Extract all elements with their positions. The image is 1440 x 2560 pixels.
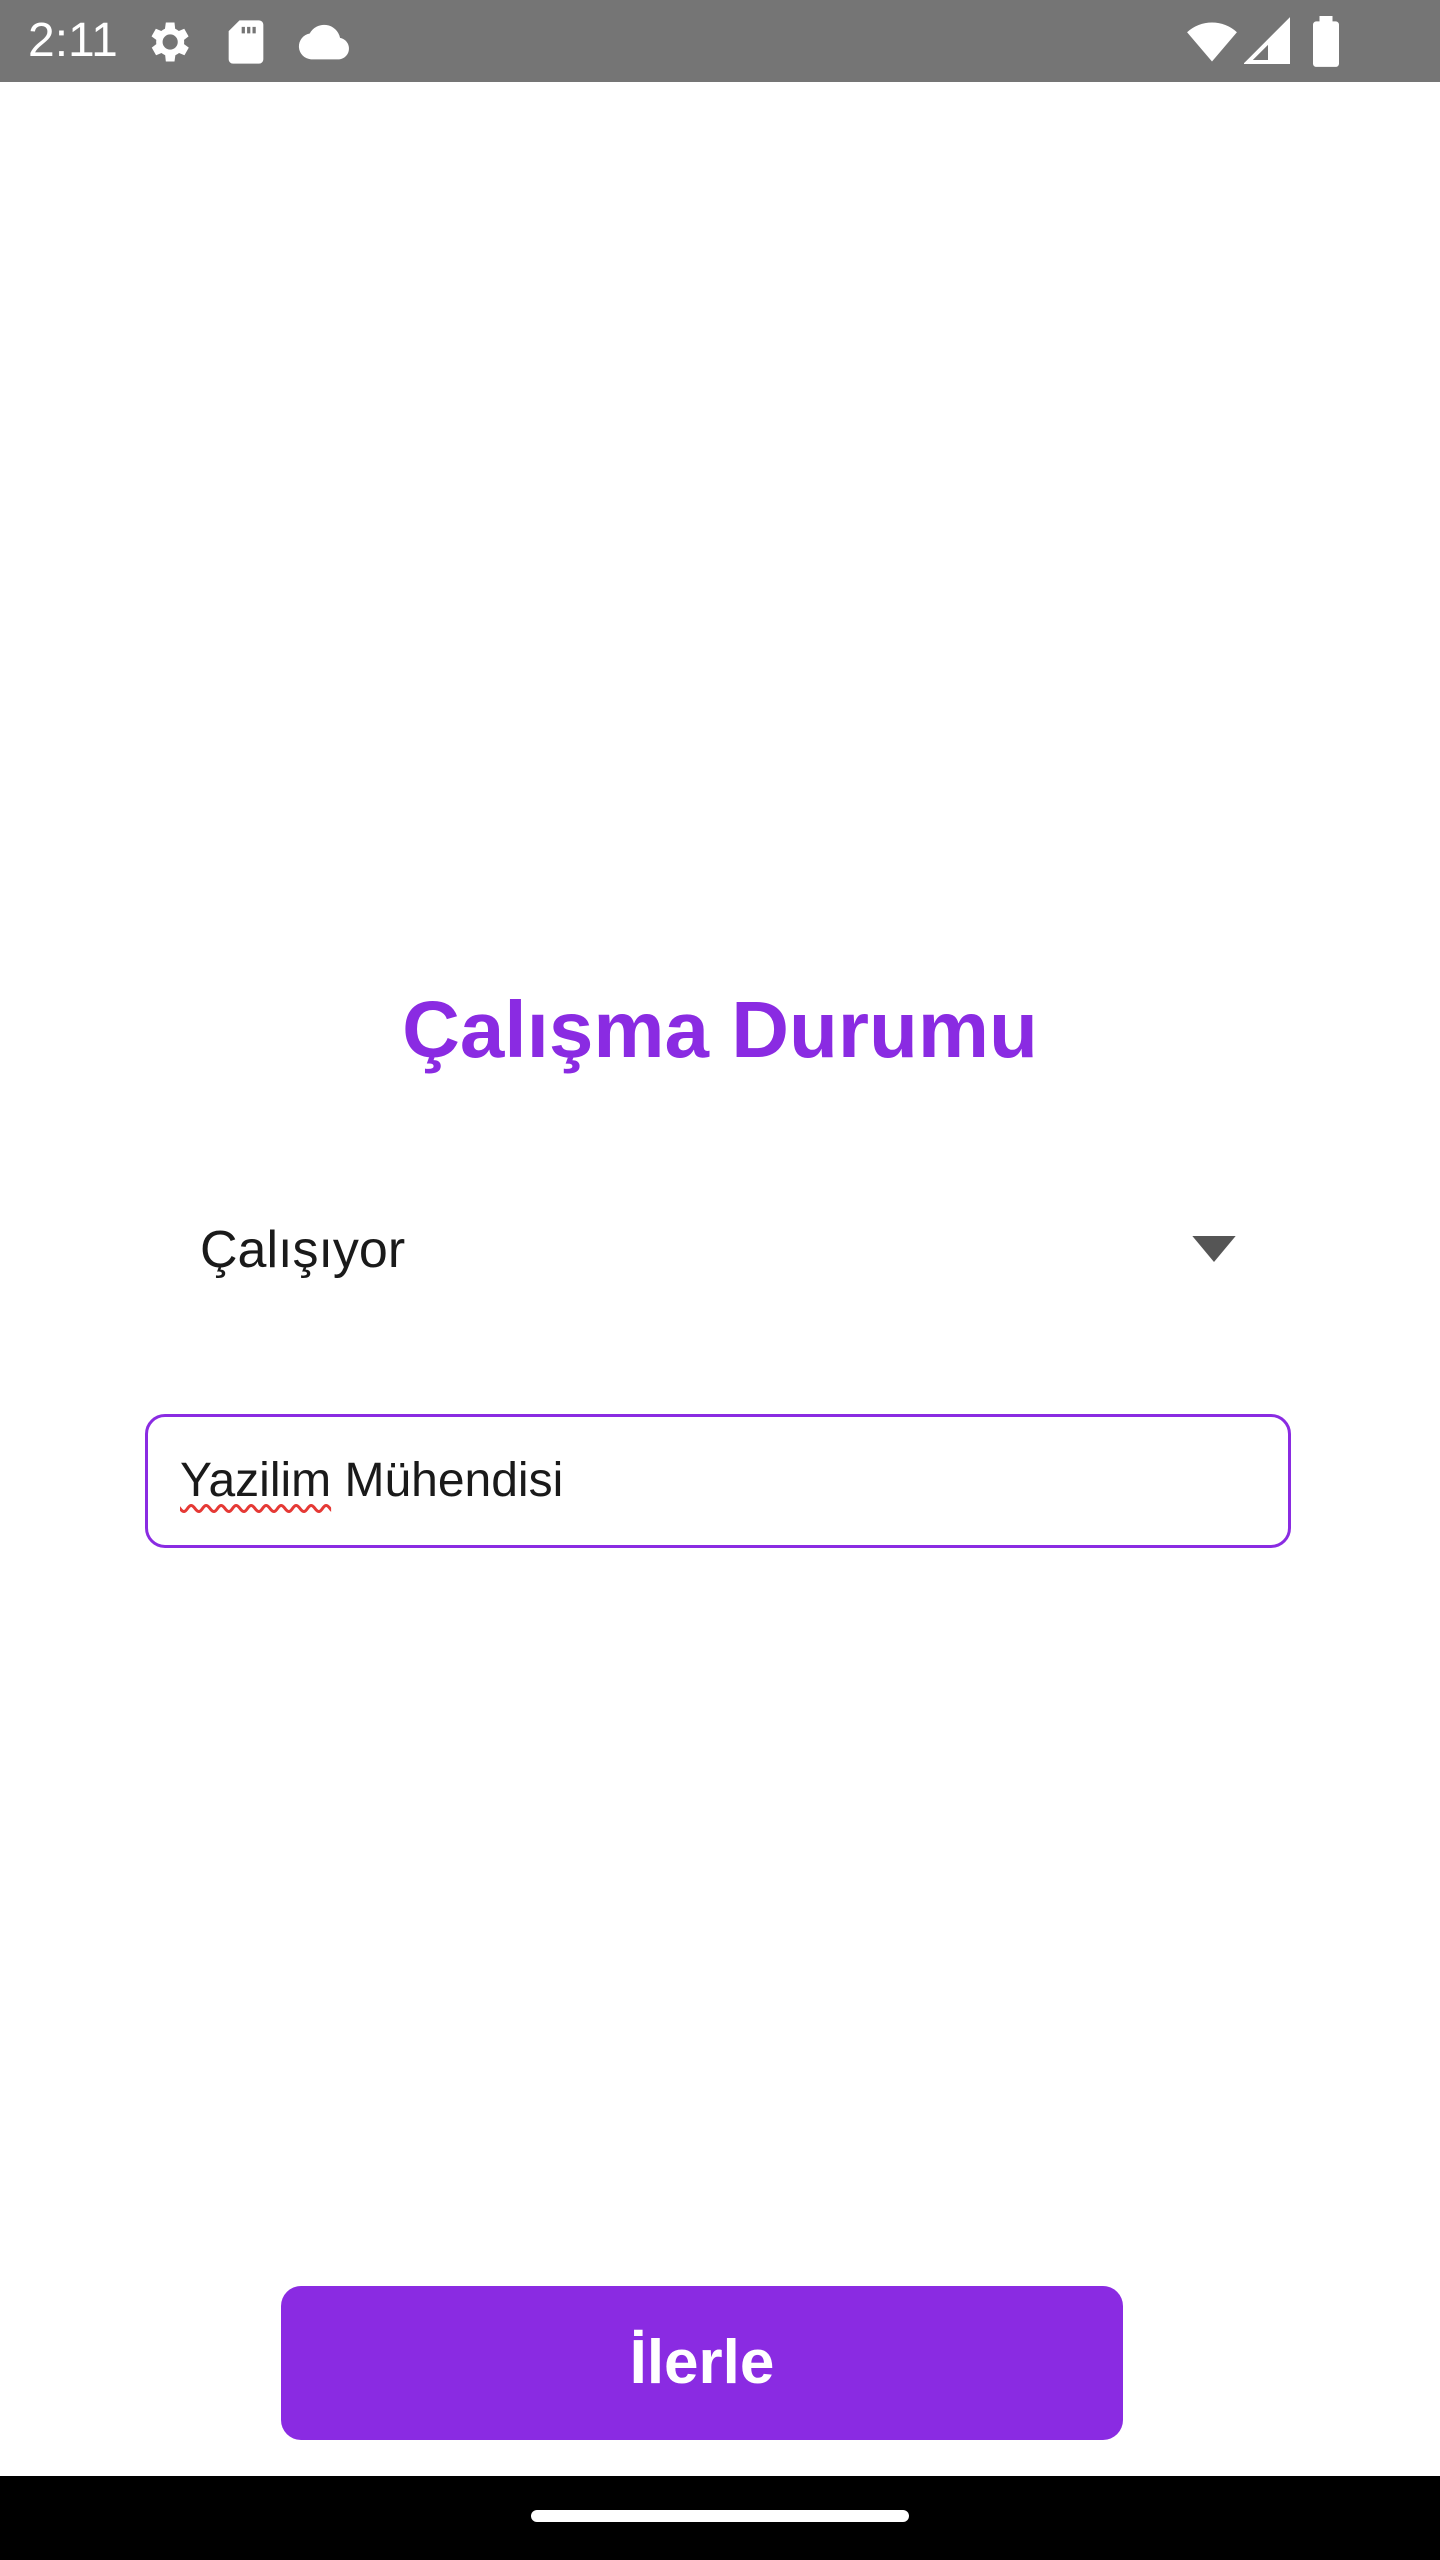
job-title-value: Yazilim Mühendisi (180, 1451, 563, 1511)
sd-card-icon (220, 16, 272, 68)
status-time: 2:11 (28, 14, 118, 67)
job-title-value-rest: Mühendisi (331, 1454, 564, 1507)
page-title: Çalışma Durumu (402, 985, 1038, 1074)
navigation-bar (0, 2476, 1440, 2560)
battery-icon (1306, 16, 1346, 68)
app-screen: 2:11 Çalışma Durumu Çalışıyor Yazilim Mü… (0, 0, 1440, 2560)
misspelled-word: Yazilim (180, 1454, 332, 1507)
job-title-input[interactable]: Yazilim Mühendisi (145, 1414, 1291, 1548)
settings-icon (142, 16, 194, 68)
employment-status-dropdown[interactable]: Çalışıyor (176, 1196, 1256, 1306)
cloud-icon (296, 16, 352, 68)
wifi-icon (1184, 16, 1240, 68)
home-gesture-handle[interactable] (531, 2510, 909, 2522)
continue-button[interactable]: İlerle (281, 2286, 1123, 2440)
dropdown-arrow-icon (1192, 1236, 1236, 1262)
status-bar: 2:11 (0, 0, 1440, 82)
dropdown-selected-value: Çalışıyor (200, 1221, 406, 1279)
signal-icon (1244, 16, 1292, 68)
